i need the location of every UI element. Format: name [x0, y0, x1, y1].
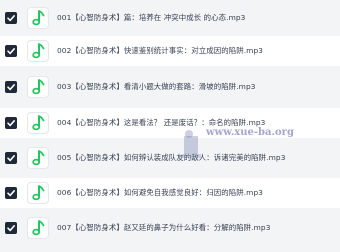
- file-name[interactable]: 006【心智防身术】如何避免自我感觉良好：归因的陷阱.mp3: [57, 186, 263, 200]
- file-row[interactable]: 003【心智防身术】看清小题大做的套路：滑坡的陷阱.mp3: [0, 72, 340, 102]
- checkbox-checked-icon[interactable]: [5, 45, 17, 57]
- file-name[interactable]: 001【心智防身术】篇：培养在 冲突中成长 的心态.mp3: [57, 11, 245, 25]
- music-note-icon: [27, 147, 49, 169]
- file-name[interactable]: 003【心智防身术】看清小题大做的套路：滑坡的陷阱.mp3: [57, 80, 256, 94]
- watermark-text: www.xue-ba.org: [206, 127, 294, 138]
- checkbox-checked-icon[interactable]: [5, 81, 17, 93]
- checkbox-checked-icon[interactable]: [5, 12, 17, 24]
- file-row[interactable]: 001【心智防身术】篇：培养在 冲突中成长 的心态.mp3: [0, 3, 340, 33]
- file-name[interactable]: 007【心智防身术】赵又廷的鼻子为什么好看：分解的陷阱.mp3: [57, 221, 271, 235]
- watermark-logo-icon: [181, 130, 201, 158]
- watermark: www.xue-ba.org: [178, 126, 294, 166]
- music-note-icon: [27, 217, 49, 239]
- music-note-icon: [27, 40, 49, 62]
- checkbox-checked-icon[interactable]: [5, 222, 17, 234]
- music-note-icon: [27, 7, 49, 29]
- music-note-icon: [27, 112, 49, 134]
- file-list: 001【心智防身术】篇：培养在 冲突中成长 的心态.mp3 002【心智防身术】快…: [0, 0, 340, 252]
- file-row[interactable]: 006【心智防身术】如何避免自我感觉良好：归因的陷阱.mp3: [0, 178, 340, 208]
- music-note-icon: [27, 182, 49, 204]
- file-row[interactable]: 005【心智防身术】如何辨认装成队友的敌人：诉诸完美的陷阱.mp3: [0, 143, 340, 173]
- file-name[interactable]: 002【心智防身术】快速鉴别统计事实：对立成因的陷阱.mp3: [57, 44, 263, 58]
- checkbox-checked-icon[interactable]: [5, 187, 17, 199]
- checkbox-checked-icon[interactable]: [5, 117, 17, 129]
- file-row[interactable]: 002【心智防身术】快速鉴别统计事实：对立成因的陷阱.mp3: [0, 36, 340, 66]
- checkbox-checked-icon[interactable]: [5, 152, 17, 164]
- music-note-icon: [27, 76, 49, 98]
- file-row[interactable]: 007【心智防身术】赵又廷的鼻子为什么好看：分解的陷阱.mp3: [0, 213, 340, 243]
